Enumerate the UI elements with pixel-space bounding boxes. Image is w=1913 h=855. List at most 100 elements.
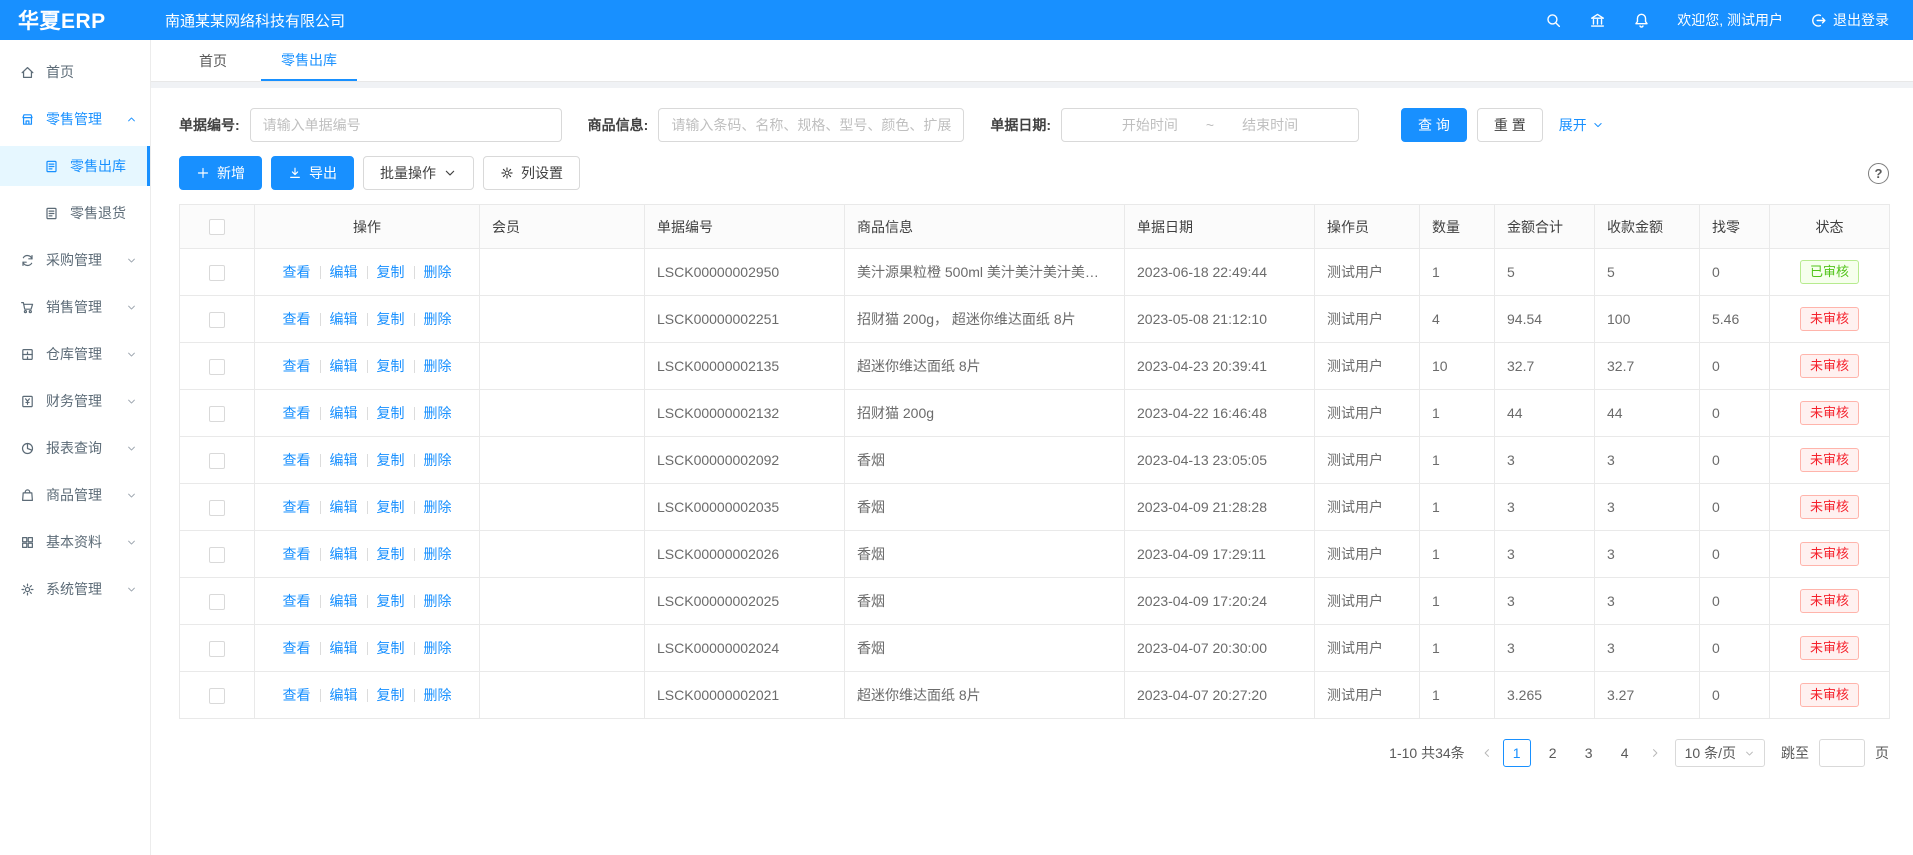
edit-link[interactable]: 编辑 [330, 311, 358, 327]
row-checkbox[interactable] [209, 500, 225, 516]
row-checkbox[interactable] [209, 265, 225, 281]
sidebar-item-retail[interactable]: 零售管理 [0, 99, 150, 139]
copy-link[interactable]: 复制 [377, 687, 405, 703]
row-checkbox[interactable] [209, 453, 225, 469]
column-settings-button[interactable]: 列设置 [483, 156, 580, 190]
page-button-1[interactable]: 1 [1503, 739, 1531, 767]
copy-link[interactable]: 复制 [377, 593, 405, 609]
bill-no-input[interactable] [250, 108, 562, 142]
row-checkbox[interactable] [209, 312, 225, 328]
view-link[interactable]: 查看 [283, 405, 311, 421]
sidebar-item-purchase[interactable]: 采购管理 [0, 240, 150, 280]
delete-link[interactable]: 删除 [424, 499, 452, 515]
sidebar-item-retail-out[interactable]: 零售出库 [0, 146, 150, 186]
edit-link[interactable]: 编辑 [330, 593, 358, 609]
jump-page-input[interactable] [1819, 739, 1865, 767]
copy-link[interactable]: 复制 [377, 311, 405, 327]
status-badge: 未审核 [1800, 636, 1859, 660]
view-link[interactable]: 查看 [283, 358, 311, 374]
page-size-select[interactable]: 10 条/页 [1675, 739, 1765, 767]
status-badge: 已审核 [1800, 260, 1859, 284]
row-checkbox[interactable] [209, 641, 225, 657]
bank-icon[interactable] [1589, 12, 1606, 29]
delete-link[interactable]: 删除 [424, 546, 452, 562]
sidebar-item-retail-return[interactable]: 零售退货 [0, 193, 150, 233]
edit-link[interactable]: 编辑 [330, 452, 358, 468]
chevron-right-icon[interactable] [1649, 747, 1661, 759]
reset-button[interactable]: 重 置 [1477, 108, 1543, 142]
view-link[interactable]: 查看 [283, 593, 311, 609]
edit-link[interactable]: 编辑 [330, 264, 358, 280]
row-checkbox[interactable] [209, 688, 225, 704]
help-icon[interactable]: ? [1868, 163, 1889, 184]
sidebar-item-finance[interactable]: 财务管理 [0, 381, 150, 421]
chevron-down-icon [126, 396, 137, 407]
delete-link[interactable]: 删除 [424, 452, 452, 468]
delete-link[interactable]: 删除 [424, 593, 452, 609]
expand-link[interactable]: 展开 [1559, 115, 1604, 135]
gear-icon [500, 166, 514, 180]
copy-link[interactable]: 复制 [377, 264, 405, 280]
copy-link[interactable]: 复制 [377, 452, 405, 468]
edit-link[interactable]: 编辑 [330, 687, 358, 703]
sidebar-item-basic[interactable]: 基本资料 [0, 522, 150, 562]
chevron-left-icon[interactable] [1481, 747, 1493, 759]
view-link[interactable]: 查看 [283, 640, 311, 656]
sidebar-item-system[interactable]: 系统管理 [0, 569, 150, 609]
tab-home[interactable]: 首页 [179, 40, 247, 81]
cell-quantity: 1 [1420, 484, 1495, 531]
action-separator [367, 501, 368, 514]
copy-link[interactable]: 复制 [377, 546, 405, 562]
delete-link[interactable]: 删除 [424, 405, 452, 421]
copy-link[interactable]: 复制 [377, 640, 405, 656]
search-button[interactable]: 查 询 [1401, 108, 1467, 142]
bell-icon[interactable] [1633, 12, 1650, 29]
sidebar-item-warehouse[interactable]: 仓库管理 [0, 334, 150, 374]
delete-link[interactable]: 删除 [424, 687, 452, 703]
edit-link[interactable]: 编辑 [330, 546, 358, 562]
page-button-3[interactable]: 3 [1575, 739, 1603, 767]
view-link[interactable]: 查看 [283, 687, 311, 703]
page-button-2[interactable]: 2 [1539, 739, 1567, 767]
page-button-4[interactable]: 4 [1611, 739, 1639, 767]
cell-received-amount: 3 [1595, 625, 1700, 672]
add-button[interactable]: 新增 [179, 156, 262, 190]
search-icon[interactable] [1545, 12, 1562, 29]
view-link[interactable]: 查看 [283, 499, 311, 515]
row-checkbox[interactable] [209, 406, 225, 422]
delete-link[interactable]: 删除 [424, 358, 452, 374]
sidebar-item-sale[interactable]: 销售管理 [0, 287, 150, 327]
export-button[interactable]: 导出 [271, 156, 354, 190]
select-all-checkbox[interactable] [209, 219, 225, 235]
logout-icon [1810, 12, 1827, 29]
delete-link[interactable]: 删除 [424, 264, 452, 280]
action-separator [367, 642, 368, 655]
goods-info-input[interactable] [658, 108, 964, 142]
sidebar-item-report[interactable]: 报表查询 [0, 428, 150, 468]
logout-button[interactable]: 退出登录 [1810, 10, 1889, 30]
delete-link[interactable]: 删除 [424, 640, 452, 656]
copy-link[interactable]: 复制 [377, 499, 405, 515]
row-checkbox[interactable] [209, 594, 225, 610]
edit-link[interactable]: 编辑 [330, 405, 358, 421]
search-button-label: 查 询 [1418, 115, 1450, 135]
edit-link[interactable]: 编辑 [330, 499, 358, 515]
row-checkbox[interactable] [209, 547, 225, 563]
row-checkbox[interactable] [209, 359, 225, 375]
edit-link[interactable]: 编辑 [330, 640, 358, 656]
sidebar-item-label: 销售管理 [46, 297, 102, 317]
copy-link[interactable]: 复制 [377, 358, 405, 374]
tab-retail-out[interactable]: 零售出库 [261, 40, 357, 81]
view-link[interactable]: 查看 [283, 264, 311, 280]
view-link[interactable]: 查看 [283, 452, 311, 468]
cell-bill-no: LSCK00000002026 [645, 531, 845, 578]
sidebar-item-home[interactable]: 首页 [0, 52, 150, 92]
sidebar-item-goods[interactable]: 商品管理 [0, 475, 150, 515]
view-link[interactable]: 查看 [283, 546, 311, 562]
date-range-input[interactable]: 开始时间 ~ 结束时间 [1061, 108, 1359, 142]
view-link[interactable]: 查看 [283, 311, 311, 327]
edit-link[interactable]: 编辑 [330, 358, 358, 374]
batch-actions-button[interactable]: 批量操作 [363, 156, 474, 190]
delete-link[interactable]: 删除 [424, 311, 452, 327]
copy-link[interactable]: 复制 [377, 405, 405, 421]
